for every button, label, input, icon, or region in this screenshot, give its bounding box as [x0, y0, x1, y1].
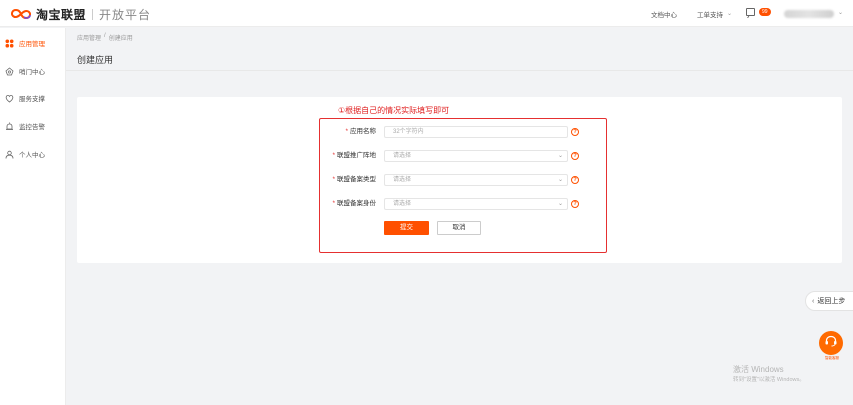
nav-docs-label: 文档中心 — [651, 11, 677, 19]
form-row-promo-site: * 联盟推广阵地 请选择 ⌄ ? — [320, 150, 600, 162]
promo-site-placeholder: 请选择 — [393, 153, 412, 159]
windows-activation-subtitle: 转到"设置"以激活 Windows。 — [733, 377, 805, 383]
top-header: 淘宝联盟 开放平台 文档中心 工单支持 ⌄ 99 ⌄ — [0, 0, 853, 27]
submit-button[interactable]: 提交 — [384, 221, 429, 235]
required-mark: * — [332, 200, 335, 207]
form-label: * 联盟备案类型 — [332, 174, 376, 186]
customer-service-button[interactable] — [819, 331, 843, 355]
form-row-filing-type: * 联盟备案类型 请选择 ⌄ ? — [320, 174, 600, 186]
breadcrumb-separator: / — [104, 33, 106, 39]
form-label-text: 联盟备案身份 — [337, 200, 376, 207]
back-button[interactable]: ‹ 返回上步 — [805, 291, 853, 311]
cancel-button[interactable]: 取消 — [437, 221, 481, 235]
form-label-text: 应用名称 — [350, 128, 376, 135]
nav-support-label: 工单支持 — [697, 11, 723, 19]
user-icon — [5, 150, 14, 159]
breadcrumb-create-app: 创建应用 — [108, 36, 133, 42]
required-mark: * — [345, 128, 348, 135]
user-chevron-down-icon[interactable]: ⌄ — [838, 9, 843, 16]
filing-identity-placeholder: 请选择 — [393, 201, 412, 207]
required-mark: * — [332, 152, 335, 159]
nav-support-dropdown[interactable]: 工单支持 ⌄ — [697, 0, 732, 27]
form-label: * 联盟备案身份 — [332, 198, 376, 210]
sidebar: 应用管理 哨门中心 服务支撑 监控告警 个人中心 — [0, 28, 66, 405]
windows-activation-title: 激活 Windows — [733, 365, 784, 374]
form-label: * 联盟推广阵地 — [332, 150, 376, 162]
brand-subtitle: 开放平台 — [99, 7, 152, 22]
brand-divider — [92, 8, 94, 20]
heart-shield-icon — [5, 94, 14, 103]
chevron-left-icon: ‹ — [812, 297, 815, 305]
brand-logo[interactable]: 淘宝联盟 开放平台 — [10, 5, 151, 23]
app-name-input[interactable]: 32个字符内 — [384, 126, 568, 138]
chevron-down-icon: ⌄ — [557, 201, 563, 207]
filing-type-placeholder: 请选择 — [393, 177, 412, 183]
help-icon[interactable]: ? — [571, 176, 579, 184]
sidebar-item-label: 应用管理 — [19, 41, 45, 48]
sidebar-item-app-management[interactable]: 应用管理 — [5, 36, 45, 50]
form-label-text: 联盟推广阵地 — [337, 152, 376, 159]
app-grid-icon — [5, 39, 14, 48]
form-label-text: 联盟备案类型 — [337, 176, 376, 183]
chevron-down-icon: ⌄ — [727, 11, 733, 17]
nav-docs-link[interactable]: 文档中心 — [651, 0, 677, 27]
sidebar-item-label: 个人中心 — [19, 152, 45, 159]
form-label: * 应用名称 — [345, 126, 376, 138]
help-icon[interactable]: ? — [571, 128, 579, 136]
title-divider — [66, 70, 853, 71]
breadcrumb: 应用管理 / 创建应用 — [77, 33, 133, 42]
sidebar-item-monitoring[interactable]: 监控告警 — [5, 119, 45, 133]
gift-icon — [5, 66, 14, 76]
message-icon — [746, 8, 755, 16]
message-button[interactable]: 99 — [746, 8, 771, 16]
alarm-icon — [5, 122, 14, 131]
headset-icon — [824, 334, 838, 353]
help-icon[interactable]: ? — [571, 152, 579, 160]
form-row-filing-identity: * 联盟备案身份 请选择 ⌄ ? — [320, 198, 600, 210]
sidebar-item-label: 监控告警 — [19, 124, 45, 131]
brand-name: 淘宝联盟 — [36, 7, 87, 22]
user-account-blurred[interactable] — [784, 10, 834, 18]
sidebar-item-label: 哨门中心 — [19, 69, 45, 76]
message-badge: 99 — [759, 8, 771, 16]
annotation-text: ①根据自己的情况实际填写即可 — [338, 106, 450, 115]
page-title: 创建应用 — [77, 55, 114, 65]
chevron-down-icon: ⌄ — [557, 153, 563, 159]
filing-type-select[interactable]: 请选择 ⌄ — [384, 174, 568, 186]
sidebar-item-personal-center[interactable]: 个人中心 — [5, 147, 45, 161]
filing-identity-select[interactable]: 请选择 ⌄ — [384, 198, 568, 210]
form-row-app-name: * 应用名称 32个字符内 ? — [320, 126, 600, 138]
breadcrumb-app-management[interactable]: 应用管理 — [77, 33, 101, 42]
back-button-label: 返回上步 — [817, 298, 846, 305]
chevron-down-icon: ⌄ — [557, 177, 563, 183]
sidebar-item-gateway[interactable]: 哨门中心 — [5, 64, 45, 78]
sidebar-item-label: 服务支撑 — [19, 96, 45, 103]
app-name-placeholder: 32个字符内 — [393, 129, 424, 135]
sidebar-item-service-support[interactable]: 服务支撑 — [5, 91, 45, 105]
help-icon[interactable]: ? — [571, 200, 579, 208]
infinity-logo-icon — [10, 8, 32, 20]
customer-service-label: 智能客服 — [825, 356, 839, 360]
promo-site-select[interactable]: 请选择 ⌄ — [384, 150, 568, 162]
required-mark: * — [332, 176, 335, 183]
